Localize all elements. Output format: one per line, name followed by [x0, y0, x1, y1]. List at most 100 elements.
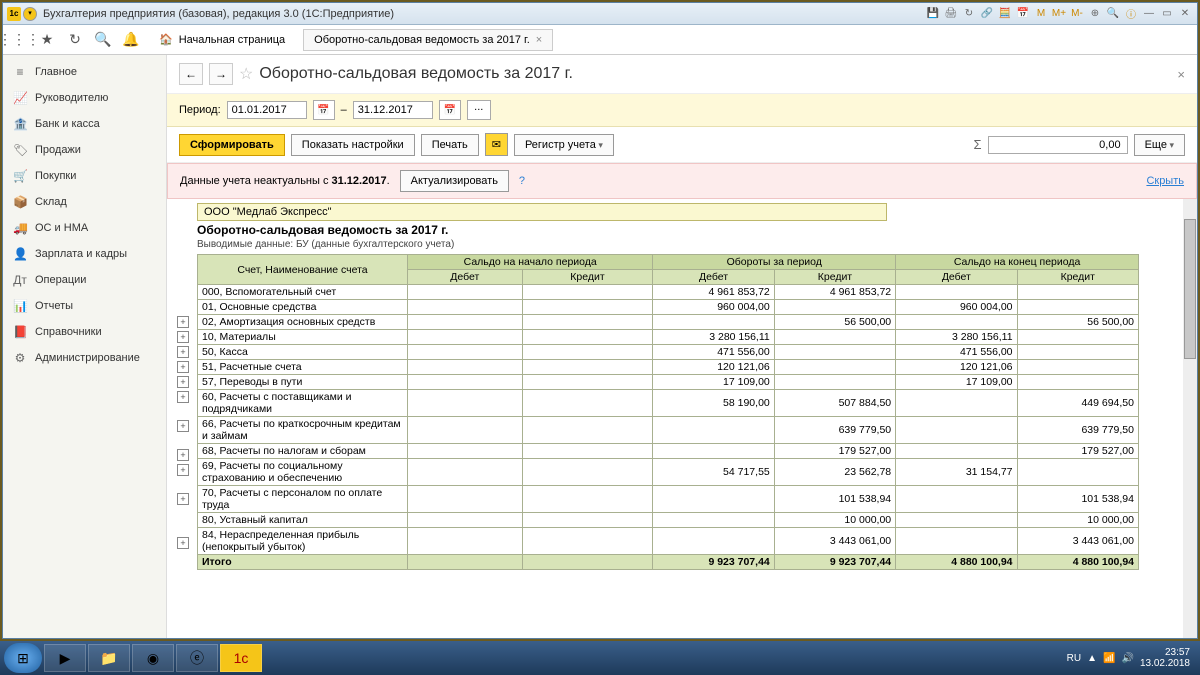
expand-button[interactable]: +	[177, 493, 189, 505]
print-icon[interactable]: 🖨	[943, 6, 959, 22]
m-plus-icon[interactable]: M+	[1051, 6, 1067, 22]
table-row[interactable]: 69, Расчеты по социальному страхованию и…	[198, 459, 1139, 486]
tray-lang[interactable]: RU	[1067, 653, 1081, 664]
sidebar-item-1[interactable]: 📈Руководителю	[3, 85, 166, 111]
tray-vol-icon[interactable]: 🔊	[1121, 653, 1133, 664]
help-icon[interactable]: ?	[519, 175, 525, 187]
taskbar-media[interactable]: ▶	[44, 644, 86, 672]
taskbar-chrome[interactable]: ◉	[132, 644, 174, 672]
table-row[interactable]: 01, Основные средства960 004,00960 004,0…	[198, 300, 1139, 315]
table-row[interactable]: 68, Расчеты по налогам и сборам179 527,0…	[198, 444, 1139, 459]
expand-button[interactable]: +	[177, 449, 189, 461]
sidebar-item-11[interactable]: ⚙Администрирование	[3, 345, 166, 371]
vscroll[interactable]	[1183, 199, 1197, 638]
table-row[interactable]: 66, Расчеты по краткосрочным кредитам и …	[198, 417, 1139, 444]
search-nav-icon[interactable]: 🔍	[93, 30, 113, 50]
scroll-thumb[interactable]	[1184, 219, 1196, 359]
expand-button[interactable]: +	[177, 331, 189, 343]
expand-button[interactable]: +	[177, 361, 189, 373]
home-tab[interactable]: 🏠 Начальная страница	[149, 29, 295, 50]
app-menu-drop-icon[interactable]: ▾	[23, 7, 37, 21]
calendar-icon[interactable]: 📅	[1015, 6, 1031, 22]
taskbar-explorer[interactable]: 📁	[88, 644, 130, 672]
bell-icon[interactable]: 🔔	[121, 30, 141, 50]
table-row[interactable]: 51, Расчетные счета120 121,06120 121,06	[198, 360, 1139, 375]
sidebar-item-6[interactable]: 🚚ОС и НМА	[3, 215, 166, 241]
sidebar-item-5[interactable]: 📦Склад	[3, 189, 166, 215]
table-row[interactable]: 57, Переводы в пути17 109,0017 109,00	[198, 375, 1139, 390]
table-row[interactable]: 70, Расчеты с персоналом по оплате труда…	[198, 486, 1139, 513]
date-to-input[interactable]	[353, 101, 433, 119]
star-icon[interactable]: ☆	[239, 64, 253, 84]
email-button[interactable]: ✉	[485, 133, 508, 156]
period-more-button[interactable]: ...	[467, 100, 491, 120]
date-from-input[interactable]	[227, 101, 307, 119]
hide-link[interactable]: Скрыть	[1146, 175, 1184, 187]
minimize-icon[interactable]: —	[1141, 6, 1157, 22]
info-icon[interactable]: ⓘ	[1123, 6, 1139, 22]
taskbar-1c[interactable]: 1c	[220, 644, 262, 672]
sidebar-item-7[interactable]: 👤Зарплата и кадры	[3, 241, 166, 267]
page-close-icon[interactable]: ×	[1177, 67, 1185, 82]
close-icon[interactable]: ✕	[1177, 6, 1193, 22]
form-button[interactable]: Сформировать	[179, 134, 285, 156]
save-icon[interactable]: 💾	[925, 6, 941, 22]
sidebar-icon: 🏷	[13, 143, 27, 157]
report-tab[interactable]: Оборотно-сальдовая ведомость за 2017 г. …	[303, 29, 553, 51]
zoom-in-icon[interactable]: ⊕	[1087, 6, 1103, 22]
print-button[interactable]: Печать	[421, 134, 479, 156]
expand-button[interactable]: +	[177, 346, 189, 358]
update-button[interactable]: Актуализировать	[400, 170, 509, 192]
favorite-icon[interactable]: ★	[37, 30, 57, 50]
search-icon[interactable]: 🔍	[1105, 6, 1121, 22]
expand-button[interactable]: +	[177, 376, 189, 388]
sidebar-item-0[interactable]: ≡Главное	[3, 59, 166, 85]
table-row[interactable]: 60, Расчеты с поставщиками и подрядчикам…	[198, 390, 1139, 417]
tab-close-icon[interactable]: ×	[536, 34, 542, 46]
expand-button[interactable]: +	[177, 391, 189, 403]
taskbar-ie[interactable]: ⓔ	[176, 644, 218, 672]
nav-back-button[interactable]: ←	[179, 63, 203, 85]
expand-button[interactable]: +	[177, 537, 189, 549]
sidebar-icon: 🛒	[13, 169, 27, 183]
maximize-icon[interactable]: ▭	[1159, 6, 1175, 22]
tray-net-icon[interactable]: 📶	[1103, 653, 1115, 664]
nav-fwd-button[interactable]: →	[209, 63, 233, 85]
report-header: ООО "Медлаб Экспресс" Оборотно-сальдовая…	[197, 203, 1187, 252]
tray-clock[interactable]: 23:57 13.02.2018	[1140, 647, 1190, 669]
date-from-cal-icon[interactable]: 📅	[313, 100, 335, 120]
table-row[interactable]: 84, Нераспределенная прибыль (непокрытый…	[198, 528, 1139, 555]
apps-icon[interactable]: ⋮⋮⋮	[9, 30, 29, 50]
link-icon[interactable]: 🔗	[979, 6, 995, 22]
register-button[interactable]: Регистр учета	[514, 134, 614, 156]
sidebar-item-2[interactable]: 🏦Банк и касса	[3, 111, 166, 137]
col-sd: Дебет	[408, 270, 523, 285]
sidebar-item-10[interactable]: 📕Справочники	[3, 319, 166, 345]
table-row[interactable]: 000, Вспомогательный счет4 961 853,724 9…	[198, 285, 1139, 300]
sidebar-item-9[interactable]: 📊Отчеты	[3, 293, 166, 319]
sidebar-item-8[interactable]: ДтОперации	[3, 267, 166, 293]
refresh-icon[interactable]: ↻	[961, 6, 977, 22]
more-button[interactable]: Еще	[1134, 134, 1185, 156]
settings-button[interactable]: Показать настройки	[291, 134, 415, 156]
sum-input[interactable]	[988, 136, 1128, 154]
history-icon[interactable]: ↻	[65, 30, 85, 50]
table-row[interactable]: 02, Амортизация основных средств56 500,0…	[198, 315, 1139, 330]
calc-icon[interactable]: 🧮	[997, 6, 1013, 22]
table-row[interactable]: 10, Материалы3 280 156,113 280 156,11	[198, 330, 1139, 345]
sidebar-label: Администрирование	[35, 352, 140, 364]
sidebar-item-3[interactable]: 🏷Продажи	[3, 137, 166, 163]
start-button[interactable]: ⊞	[4, 643, 42, 673]
m-icon[interactable]: M	[1033, 6, 1049, 22]
expand-button[interactable]: +	[177, 464, 189, 476]
table-row[interactable]: 50, Касса471 556,00471 556,00	[198, 345, 1139, 360]
sidebar-icon: 👤	[13, 247, 27, 261]
sidebar-icon: 📊	[13, 299, 27, 313]
expand-button[interactable]: +	[177, 316, 189, 328]
sidebar-item-4[interactable]: 🛒Покупки	[3, 163, 166, 189]
table-row[interactable]: 80, Уставный капитал10 000,0010 000,00	[198, 513, 1139, 528]
m-minus-icon[interactable]: M-	[1069, 6, 1085, 22]
tray-flag-icon[interactable]: ▲	[1087, 653, 1097, 664]
expand-button[interactable]: +	[177, 420, 189, 432]
date-to-cal-icon[interactable]: 📅	[439, 100, 461, 120]
